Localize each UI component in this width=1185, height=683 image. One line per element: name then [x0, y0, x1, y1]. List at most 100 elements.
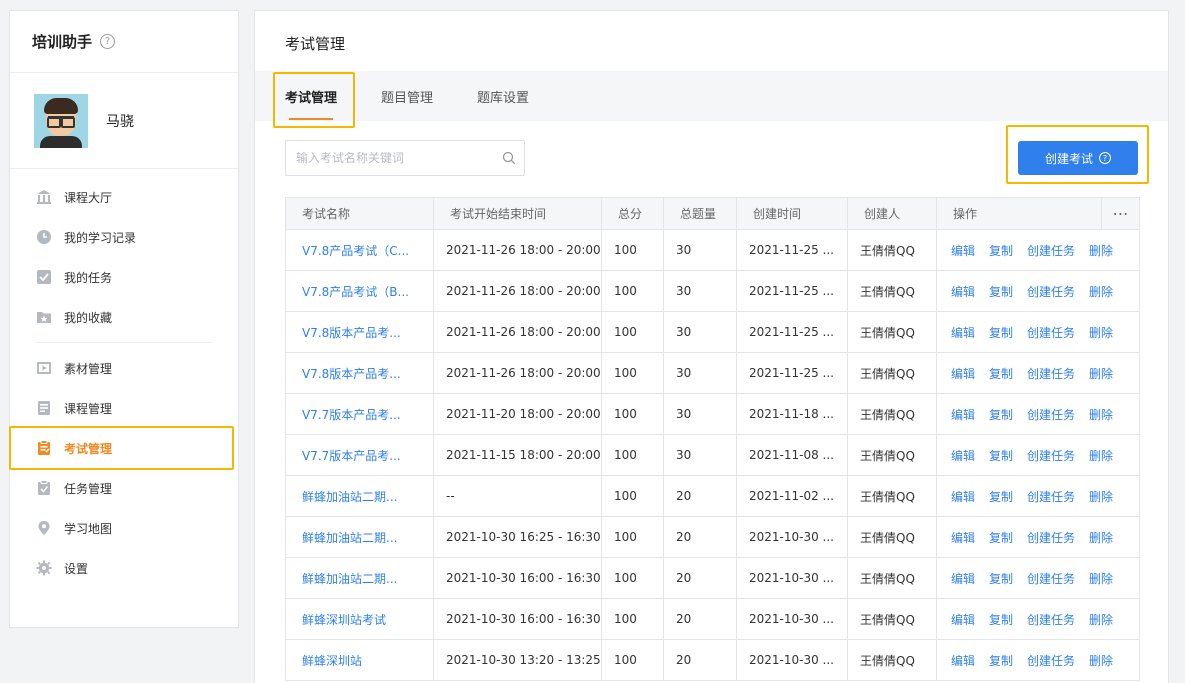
copy-link[interactable]: 复制: [989, 367, 1013, 381]
edit-link[interactable]: 编辑: [951, 572, 975, 586]
column-header-period[interactable]: 考试开始结束时间: [433, 197, 602, 230]
sidebar-item-task-manage[interactable]: 任务管理: [10, 468, 238, 508]
exam-creator: 王倩倩QQ: [847, 311, 937, 353]
search-input[interactable]: [296, 151, 494, 165]
exam-name-link[interactable]: 鲜蜂加油站二期...: [285, 516, 434, 558]
sidebar: 培训助手 ? 马骁 课程大厅 我的学习记录 我的任务 我的收藏 素材管理 课程管…: [9, 10, 239, 628]
exam-name-link[interactable]: 鲜蜂深圳站考试: [285, 598, 434, 640]
tab-question-manage[interactable]: 题目管理: [381, 71, 433, 121]
help-icon[interactable]: ?: [1099, 152, 1111, 164]
avatar[interactable]: [34, 93, 88, 148]
create-task-link[interactable]: 创建任务: [1027, 367, 1075, 381]
column-header-name[interactable]: 考试名称: [285, 197, 434, 230]
exam-name-link[interactable]: 鲜蜂加油站二期...: [285, 475, 434, 517]
edit-link[interactable]: 编辑: [951, 654, 975, 668]
delete-link[interactable]: 删除: [1089, 654, 1113, 668]
sidebar-item-learning-map[interactable]: 学习地图: [10, 508, 238, 548]
exam-created-time: 2021-10-30 ...: [736, 639, 848, 681]
exam-name-link[interactable]: 鲜蜂深圳站: [285, 639, 434, 681]
exam-name-link[interactable]: V7.8版本产品考...: [285, 311, 434, 353]
tab-bar: 考试管理 题目管理 题库设置: [255, 71, 1168, 128]
sidebar-item-exam-manage[interactable]: 考试管理: [9, 426, 238, 470]
more-columns-icon[interactable]: ⋯: [1101, 197, 1140, 230]
sidebar-item-favorites[interactable]: 我的收藏: [10, 297, 238, 337]
copy-link[interactable]: 复制: [989, 613, 1013, 627]
edit-link[interactable]: 编辑: [951, 244, 975, 258]
edit-link[interactable]: 编辑: [951, 490, 975, 504]
delete-link[interactable]: 删除: [1089, 572, 1113, 586]
edit-link[interactable]: 编辑: [951, 613, 975, 627]
column-header-creator[interactable]: 创建人: [847, 197, 937, 230]
table-row: 鲜蜂深圳站 2021-10-30 13:20 - 13:25 100 20 2021-1…: [285, 639, 1140, 681]
sidebar-item-learning-record[interactable]: 我的学习记录: [10, 217, 238, 257]
create-task-link[interactable]: 创建任务: [1027, 408, 1075, 422]
delete-link[interactable]: 删除: [1089, 285, 1113, 299]
gear-icon: [36, 560, 52, 576]
create-exam-label: 创建考试: [1044, 151, 1093, 166]
exam-name-link[interactable]: 鲜蜂加油站二期...: [285, 557, 434, 599]
delete-link[interactable]: 删除: [1089, 531, 1113, 545]
edit-link[interactable]: 编辑: [951, 326, 975, 340]
create-task-link[interactable]: 创建任务: [1027, 449, 1075, 463]
search-icon[interactable]: [494, 151, 524, 165]
create-task-link[interactable]: 创建任务: [1027, 572, 1075, 586]
sidebar-item-materials[interactable]: 素材管理: [10, 348, 238, 388]
delete-link[interactable]: 删除: [1089, 490, 1113, 504]
delete-link[interactable]: 删除: [1089, 613, 1113, 627]
sidebar-item-settings[interactable]: 设置: [10, 548, 238, 588]
column-header-score[interactable]: 总分: [601, 197, 664, 230]
create-task-link[interactable]: 创建任务: [1027, 613, 1075, 627]
tab-question-bank-settings[interactable]: 题库设置: [477, 71, 529, 121]
edit-link[interactable]: 编辑: [951, 449, 975, 463]
copy-link[interactable]: 复制: [989, 408, 1013, 422]
exam-question-count: 20: [663, 639, 737, 681]
edit-link[interactable]: 编辑: [951, 531, 975, 545]
exam-creator: 王倩倩QQ: [847, 557, 937, 599]
delete-link[interactable]: 删除: [1089, 244, 1113, 258]
exam-created-time: 2021-11-02 ...: [736, 475, 848, 517]
create-task-link[interactable]: 创建任务: [1027, 285, 1075, 299]
create-task-link[interactable]: 创建任务: [1027, 531, 1075, 545]
row-actions: 编辑 复制 创建任务 删除: [936, 393, 1140, 435]
sidebar-item-course-hall[interactable]: 课程大厅: [10, 177, 238, 217]
copy-link[interactable]: 复制: [989, 531, 1013, 545]
create-task-link[interactable]: 创建任务: [1027, 490, 1075, 504]
help-icon[interactable]: ?: [100, 34, 116, 49]
copy-link[interactable]: 复制: [989, 572, 1013, 586]
sidebar-item-label: 设置: [64, 561, 89, 576]
edit-link[interactable]: 编辑: [951, 367, 975, 381]
exam-name-link[interactable]: V7.7版本产品考...: [285, 393, 434, 435]
delete-link[interactable]: 删除: [1089, 408, 1113, 422]
column-header-count[interactable]: 总题量: [663, 197, 737, 230]
exam-name-link[interactable]: V7.8版本产品考...: [285, 352, 434, 394]
create-task-link[interactable]: 创建任务: [1027, 244, 1075, 258]
sidebar-item-my-tasks[interactable]: 我的任务: [10, 257, 238, 297]
delete-link[interactable]: 删除: [1089, 449, 1113, 463]
tab-exam-manage[interactable]: 考试管理: [273, 71, 355, 128]
row-actions: 编辑 复制 创建任务 删除: [936, 516, 1140, 558]
table-row: V7.7版本产品考... 2021-11-15 18:00 - 20:00 100 3…: [285, 434, 1140, 476]
exam-question-count: 30: [663, 393, 737, 435]
edit-link[interactable]: 编辑: [951, 408, 975, 422]
exam-name-link[interactable]: V7.7版本产品考...: [285, 434, 434, 476]
copy-link[interactable]: 复制: [989, 326, 1013, 340]
sidebar-item-course-manage[interactable]: 课程管理: [10, 388, 238, 428]
exam-question-count: 30: [663, 270, 737, 312]
create-exam-button[interactable]: 创建考试 ?: [1018, 141, 1138, 175]
copy-link[interactable]: 复制: [989, 449, 1013, 463]
exam-name-link[interactable]: V7.8产品考试（B...: [285, 270, 434, 312]
edit-link[interactable]: 编辑: [951, 285, 975, 299]
table-row: 鲜蜂加油站二期... -- 100 20 2021-11-02 ... 王倩倩QQ 编辑 复制…: [285, 475, 1140, 517]
column-header-created[interactable]: 创建时间: [736, 197, 848, 230]
delete-link[interactable]: 删除: [1089, 367, 1113, 381]
create-task-link[interactable]: 创建任务: [1027, 326, 1075, 340]
copy-link[interactable]: 复制: [989, 490, 1013, 504]
copy-link[interactable]: 复制: [989, 654, 1013, 668]
copy-link[interactable]: 复制: [989, 244, 1013, 258]
exam-name-link[interactable]: V7.8产品考试（C...: [285, 229, 434, 271]
table-row: 鲜蜂加油站二期... 2021-10-30 16:00 - 16:30 100 20 2…: [285, 557, 1140, 599]
delete-link[interactable]: 删除: [1089, 326, 1113, 340]
sidebar-item-label: 素材管理: [64, 361, 113, 376]
copy-link[interactable]: 复制: [989, 285, 1013, 299]
create-task-link[interactable]: 创建任务: [1027, 654, 1075, 668]
